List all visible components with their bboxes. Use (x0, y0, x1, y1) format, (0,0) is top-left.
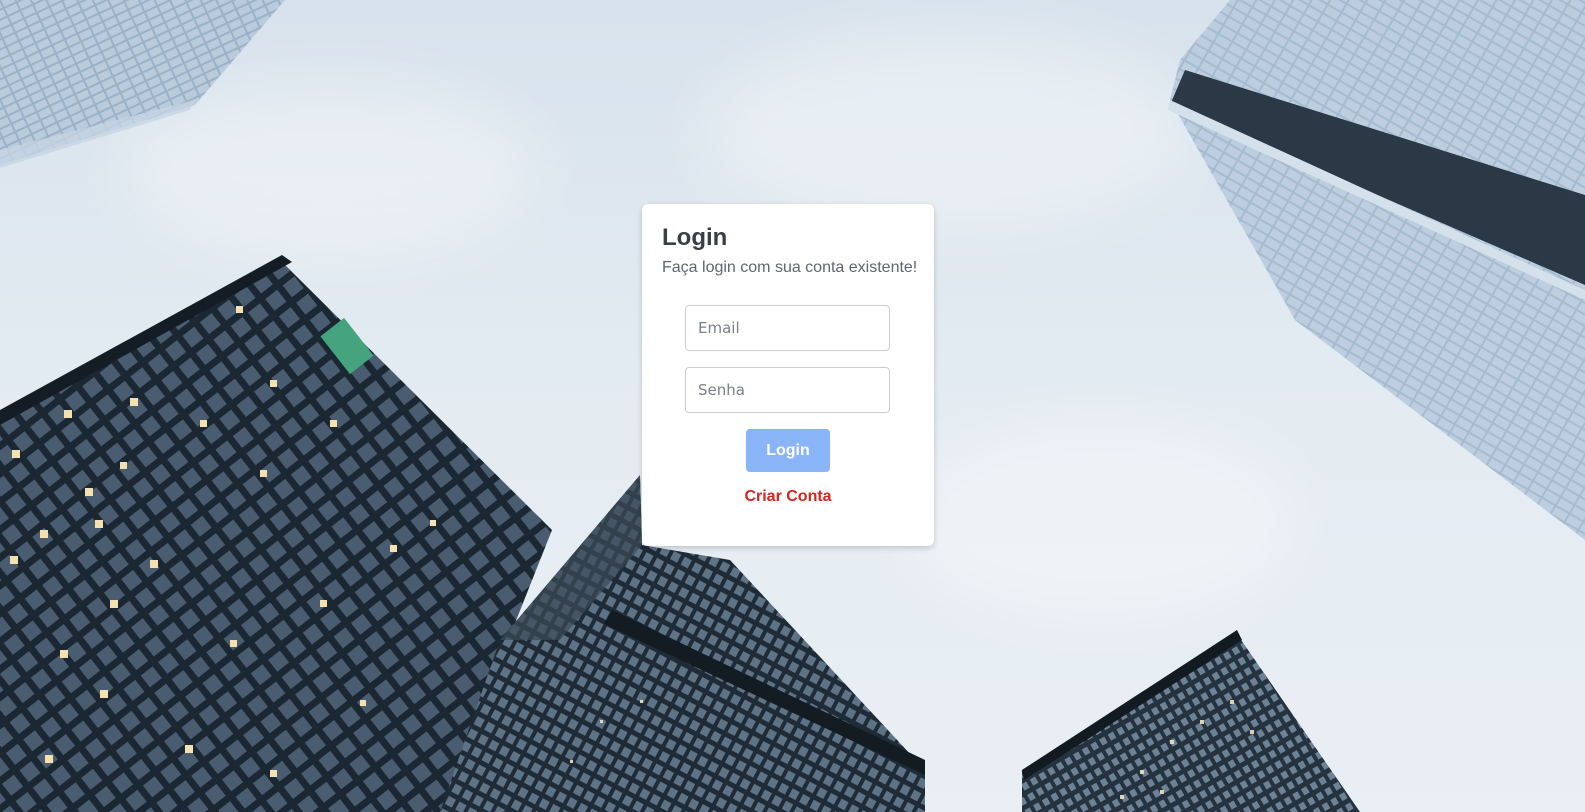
login-card: Login Faça login com sua conta existente… (642, 204, 934, 546)
password-field[interactable] (685, 367, 890, 413)
login-title: Login (662, 224, 728, 251)
email-field[interactable] (685, 305, 890, 351)
create-account-link[interactable]: Criar Conta (642, 488, 934, 506)
login-page: Login Faça login com sua conta existente… (0, 0, 1585, 812)
login-button[interactable]: Login (746, 429, 830, 472)
login-subtitle: Faça login com sua conta existente! (662, 259, 918, 276)
